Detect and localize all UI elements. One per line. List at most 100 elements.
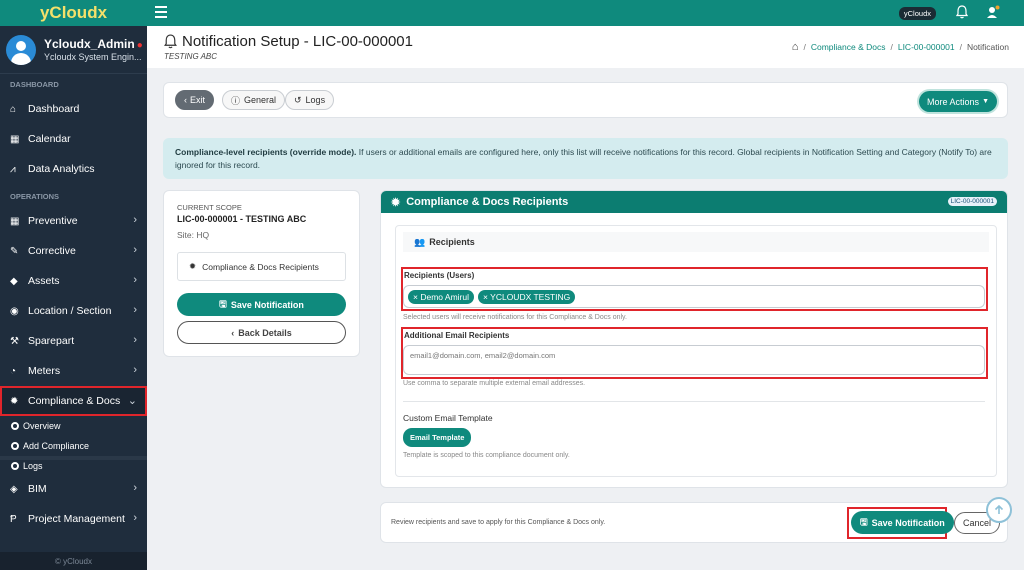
save-notification-button[interactable]: 🖫 Save Notification [851,511,954,534]
users-icon: 👥 [414,236,426,247]
scroll-to-top-button[interactable] [986,497,1012,523]
user-menu-icon[interactable] [986,5,1000,19]
chevron-right-icon: › [133,304,137,316]
spanner-icon: ⚒ [10,335,19,347]
breadcrumb-record[interactable]: LIC-00-000001 [898,42,955,52]
footer-card: Review recipients and save to apply for … [380,502,1008,543]
circle-icon [11,422,19,430]
chevron-left-icon: ‹ [184,95,187,105]
user-panel[interactable]: Ycloudx_Admin ● Ycloudx System Engin... [0,26,147,74]
recipients-section-title: Recipients [429,237,475,247]
sidebar-item-label: BIM [28,483,47,495]
recipient-chip[interactable]: × Demo Amirul [408,289,474,304]
history-icon: ↺ [294,94,302,105]
save-notification-side-button[interactable]: 🖫 Save Notification [177,293,346,316]
scope-id: LIC-00-000001 - TESTING ABC [177,214,307,224]
chevron-right-icon: › [133,482,137,494]
chevron-right-icon: › [133,334,137,346]
page-subtitle: TESTING ABC [164,52,218,61]
recipients-card: ✹ Compliance & Docs Recipients LIC-00-00… [380,190,1008,488]
sidebar-item-location[interactable]: ◉ Location / Section › [0,296,147,326]
chip-label: Demo Amirul [420,291,469,302]
page-title: Notification Setup - LIC-00-000001 [164,33,413,50]
location-icon: ◉ [10,305,19,317]
alert-title: Compliance-level recipients (override mo… [175,147,357,157]
section-label-dashboard: DASHBOARD [10,80,59,89]
general-button[interactable]: ⓘ General [222,90,286,110]
more-actions-button[interactable]: More Actions ▼ [919,91,997,112]
home-icon[interactable]: ⌂ [792,41,799,53]
recipients-card-title: Compliance & Docs Recipients [406,196,569,208]
circle-icon [11,442,19,450]
wrench-icon: ✎ [10,245,19,257]
general-label: General [244,95,277,105]
breadcrumb: ⌂ / Compliance & Docs / LIC-00-000001 / … [791,41,1009,53]
sidebar-item-label: Assets [28,275,60,287]
recipient-chip[interactable]: × YCLOUDX TESTING [477,289,576,304]
sidebar-item-calendar[interactable]: ▦ Calendar [0,124,147,154]
sidebar-item-compliance[interactable]: ✹ Compliance & Docs ⌄ [0,386,147,416]
email-recipients-field[interactable]: email1@domain.com, email2@domain.com [403,345,985,375]
sidebar-subitem-overview[interactable]: Overview [0,416,147,436]
recipients-users-label: Recipients (Users) [404,271,475,280]
bell-icon[interactable] [956,5,968,19]
chevron-right-icon: › [133,364,137,376]
sidebar-item-label: Meters [28,365,61,377]
section-label-operations: OPERATIONS [10,192,60,201]
sidebar-item-label: Sparepart [28,335,75,347]
online-status-icon: ● [136,39,143,51]
scope-site: Site: HQ [177,230,210,240]
more-actions-label: More Actions [927,96,980,107]
save-icon: 🖫 [219,298,227,309]
sidebar-item-project-management[interactable]: Ᵽ Project Management › [0,504,147,534]
logs-label: Logs [305,95,326,105]
sidebar-item-bim[interactable]: ◈ BIM › [0,474,147,504]
gauge-icon: ◔ [10,365,17,377]
divider [403,401,985,402]
exit-button[interactable]: ‹ Exit [175,90,215,110]
sidebar-item-dashboard[interactable]: ⌂ Dashboard [0,94,147,124]
menu-icon[interactable] [155,6,167,21]
email-template-button[interactable]: Email Template [403,428,472,447]
sidebar-item-corrective[interactable]: ✎ Corrective › [0,236,147,266]
sidebar: yCloudx Ycloudx_Admin ● Ycloudx System En… [0,0,147,570]
tenant-badge[interactable]: yCloudx [898,7,936,20]
home-icon: ⌂ [10,103,17,115]
recipients-users-input[interactable]: × Demo Amirul × YCLOUDX TESTING [403,285,985,308]
bell-icon [164,34,177,49]
avatar [6,34,36,65]
scope-tab-label: Compliance & Docs Recipients [202,261,319,272]
record-tag: LIC-00-000001 [947,197,997,206]
sidebar-subitem-add-compliance[interactable]: Add Compliance [0,436,147,456]
chevron-left-icon: ‹ [231,327,235,338]
caret-down-icon: ▼ [982,98,989,105]
topbar: yCloudx [147,0,1024,26]
sidebar-subitem-logs[interactable]: Logs [0,456,147,472]
page-title-text: Notification Setup - LIC-00-000001 [182,33,413,50]
page-header: Notification Setup - LIC-00-000001 TESTI… [147,26,1024,68]
calendar-icon: ▦ [10,215,20,227]
chevron-right-icon: › [133,274,137,286]
sidebar-subitem-label: Overview [23,421,61,431]
sidebar-item-assets[interactable]: ◆ Assets › [0,266,147,296]
user-name: Ycloudx_Admin [44,36,135,51]
chevron-right-icon: › [133,214,137,226]
save-label: Save Notification [230,299,304,310]
logs-button[interactable]: ↺ Logs [285,90,335,110]
breadcrumb-compliance[interactable]: Compliance & Docs [811,42,886,52]
brand-logo[interactable]: yCloudx [0,0,147,26]
scope-tab-recipients[interactable]: ✹ Compliance & Docs Recipients [177,252,346,281]
back-details-button[interactable]: ‹ Back Details [177,321,346,344]
sidebar-item-meters[interactable]: ◔ Meters › [0,356,147,386]
sidebar-item-data-analytics[interactable]: ⩘ Data Analytics [0,154,147,184]
arrow-up-icon [994,505,1004,514]
sidebar-item-sparepart[interactable]: ⚒ Sparepart › [0,326,147,356]
email-help-text: Use comma to separate multiple external … [403,380,586,387]
save-icon: 🖫 [860,516,868,527]
sidebar-item-preventive[interactable]: ▦ Preventive › [0,206,147,236]
template-label: Custom Email Template [403,413,493,423]
sidebar-item-label: Data Analytics [28,163,95,175]
circle-icon [11,462,19,470]
calendar-icon: ▦ [10,133,20,145]
scope-label: CURRENT SCOPE [177,203,242,212]
